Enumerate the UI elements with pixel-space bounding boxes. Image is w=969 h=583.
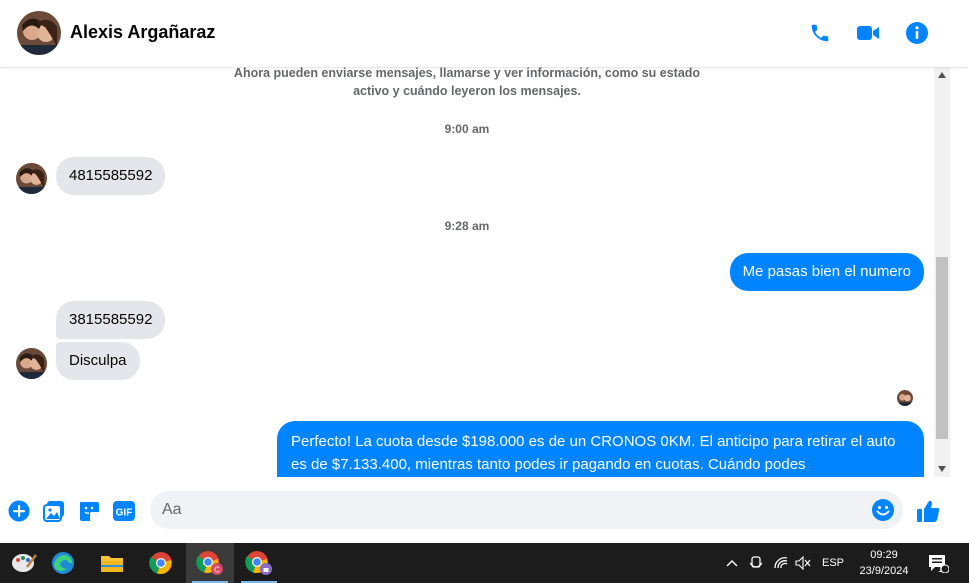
like-icon[interactable] [914,497,942,525]
chat-header: Alexis Argañaraz [0,0,969,67]
outgoing-message[interactable]: Me pasas bien el numero [729,253,924,291]
file-explorer-icon[interactable] [88,543,136,583]
gif-label: GIF [116,508,133,519]
clock-date: 23/9/2024 [859,565,909,577]
info-icon[interactable] [904,20,930,46]
gif-icon[interactable]: GIF [111,499,137,523]
message-input[interactable] [150,491,903,529]
scrollbar[interactable] [934,67,950,477]
messenger-window: Alexis Argañaraz Ahora pueden enviarse m… [0,0,969,543]
scroll-down-arrow-icon[interactable] [934,461,950,477]
system-notice: Ahora pueden enviarse mensajes, llamarse… [233,67,701,98]
clock[interactable]: 09:29 23/9/2024 [852,547,916,579]
video-call-icon[interactable] [855,20,881,46]
timestamp: 9:28 am [444,219,490,233]
chevron-up-icon[interactable] [722,543,742,583]
incoming-message[interactable]: 4815585592 [56,157,166,195]
phone-icon[interactable] [807,20,833,46]
notification-count: 1 [938,564,944,574]
scroll-up-arrow-icon[interactable] [934,67,950,83]
message-list: Ahora pueden enviarse mensajes, llamarse… [0,67,934,477]
chrome-icon[interactable] [137,543,185,583]
timestamp: 9:00 am [444,122,490,136]
incoming-message[interactable]: 3815585592 [56,301,166,339]
photo-icon[interactable] [42,499,66,523]
svg-text:C: C [214,566,220,575]
chrome-profile-c-icon[interactable]: C [186,543,234,583]
contact-name[interactable]: Alexis Argañaraz [70,22,215,43]
seen-indicator-avatar [897,390,913,406]
plus-icon[interactable] [7,499,31,523]
outgoing-message[interactable]: Perfecto! La cuota desde $198.000 es de … [277,421,924,477]
incoming-message[interactable]: Disculpa [56,342,140,380]
volume-muted-icon[interactable] [792,543,814,583]
windows-taskbar: C ESP 09:29 23/9/2024 1 [0,543,969,583]
chrome-profile-lock-icon[interactable] [235,543,283,583]
language-indicator[interactable]: ESP [818,543,848,583]
sender-avatar[interactable] [16,348,47,379]
scroll-thumb[interactable] [936,257,948,439]
sender-avatar[interactable] [16,163,47,194]
message-composer: GIF [0,477,969,543]
meet-now-icon[interactable] [746,543,766,583]
emoji-icon[interactable] [871,498,895,522]
notifications-icon[interactable]: 1 [924,543,952,583]
network-icon[interactable] [770,543,792,583]
edge-icon[interactable] [39,543,87,583]
clock-time: 09:29 [870,549,898,561]
contact-avatar[interactable] [17,11,61,55]
sticker-icon[interactable] [77,499,101,523]
